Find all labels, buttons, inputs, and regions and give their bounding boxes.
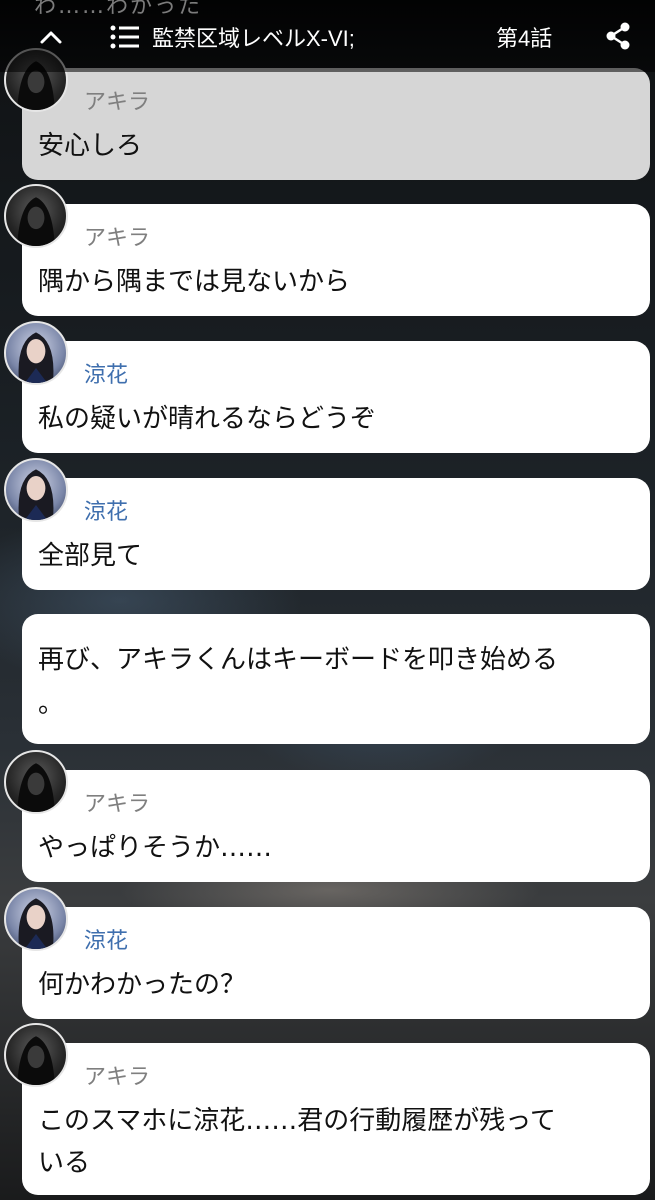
suzuka-avatar <box>4 458 68 522</box>
message-text: 安心しろ <box>38 131 143 161</box>
message-bubble[interactable]: 涼花 私の疑いが晴れるならどうぞ <box>22 341 650 453</box>
story-title[interactable]: 監禁区域レベルX-VI; <box>152 21 355 53</box>
share-icon[interactable] <box>603 20 633 52</box>
speaker-name: アキラ <box>84 226 151 251</box>
akira-avatar <box>4 750 68 814</box>
message-text: 何かわかったの？ <box>38 970 247 1000</box>
narration-text-line-1: 再び、アキラくんはキーボードを叩き始める <box>38 645 559 675</box>
message-text: 私の疑いが晴れるならどうぞ <box>38 404 377 434</box>
suzuka-avatar <box>4 887 68 951</box>
speaker-name: アキラ <box>84 1065 151 1090</box>
message-bubble[interactable]: アキラ 隅から隅までは見ないから <box>22 204 650 316</box>
akira-avatar <box>4 184 68 248</box>
message-bubble[interactable]: 涼花 何かわかったの？ <box>22 907 650 1019</box>
message-bubble[interactable]: アキラ このスマホに涼花……君の行動履歴が残って いる <box>22 1043 650 1195</box>
message-text: 隅から隅までは見ないから <box>38 267 351 297</box>
message-text: 全部見て <box>38 541 143 571</box>
speaker-name: 涼花 <box>84 500 129 525</box>
previous-message-peek: わ……わかった <box>34 0 203 19</box>
speaker-name: 涼花 <box>84 363 129 388</box>
speaker-name: アキラ <box>84 90 151 115</box>
akira-avatar <box>4 1023 68 1087</box>
episode-label[interactable]: 第4話 <box>496 21 552 53</box>
speaker-name: 涼花 <box>84 929 129 954</box>
story-background <box>0 0 655 1200</box>
list-menu-icon[interactable] <box>110 24 140 50</box>
narration-bubble[interactable]: 再び、アキラくんはキーボードを叩き始める 。 <box>22 614 650 744</box>
narration-text-line-2: 。 <box>38 689 65 719</box>
top-bar: わ……わかった 監禁区域レベルX-VI; 第4話 <box>0 0 655 72</box>
suzuka-avatar <box>4 321 68 385</box>
message-bubble[interactable]: アキラ 安心しろ <box>22 68 650 180</box>
message-bubble[interactable]: 涼花 全部見て <box>22 478 650 590</box>
message-bubble[interactable]: アキラ やっぱりそうか…… <box>22 770 650 882</box>
speaker-name: アキラ <box>84 792 151 817</box>
message-text: やっぱりそうか…… <box>38 833 273 863</box>
message-text-line-1: このスマホに涼花……君の行動履歴が残って <box>38 1106 556 1136</box>
chevron-up-icon[interactable] <box>36 22 66 52</box>
message-text-line-2: いる <box>38 1148 91 1178</box>
